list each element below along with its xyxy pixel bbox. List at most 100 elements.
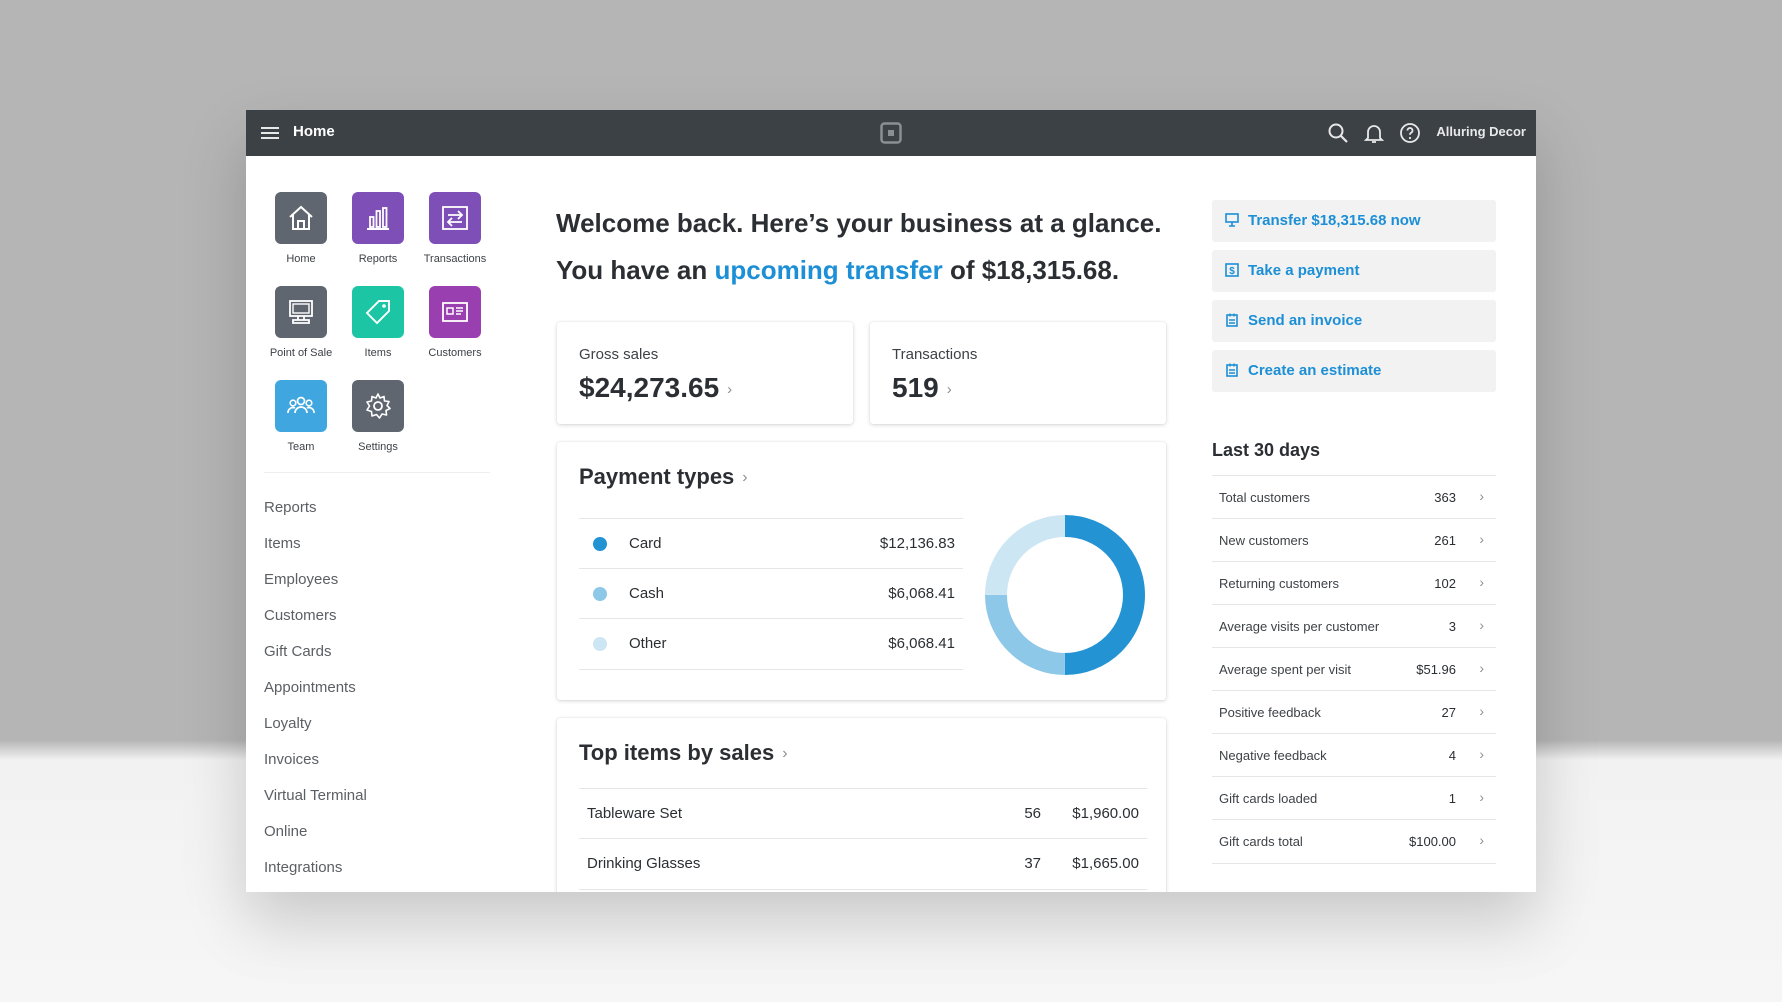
payment-types-donut bbox=[985, 515, 1145, 675]
stat-label: Negative feedback bbox=[1219, 748, 1327, 763]
legend-dot bbox=[593, 537, 607, 551]
chevron-right-icon: › bbox=[1479, 660, 1484, 676]
chevron-right-icon: › bbox=[1479, 531, 1484, 547]
sidebar-item-invoices[interactable]: Invoices bbox=[264, 751, 319, 768]
legend-dot bbox=[593, 637, 607, 651]
search-icon[interactable] bbox=[1326, 121, 1350, 145]
menu-icon[interactable] bbox=[258, 121, 282, 145]
gross-sales-value: $24,273.65 › bbox=[579, 372, 732, 404]
sidebar-item-gift-cards[interactable]: Gift Cards bbox=[264, 643, 332, 660]
sidebar-item-integrations[interactable]: Integrations bbox=[264, 859, 342, 876]
estimate-icon bbox=[1226, 363, 1238, 377]
page-title: Home bbox=[293, 123, 335, 140]
sidebar-item-reports[interactable]: Reports bbox=[264, 499, 317, 516]
app-customers[interactable]: Customers bbox=[410, 286, 500, 359]
sidebar-item-virtual-terminal[interactable]: Virtual Terminal bbox=[264, 787, 367, 804]
gross-sales-card[interactable]: Gross sales $24,273.65 › bbox=[557, 322, 853, 424]
stat-row-returning-customers[interactable]: Returning customers 102 › bbox=[1212, 561, 1496, 605]
table-row[interactable]: Drinking Glasses 37 $1,665.00 bbox=[579, 838, 1147, 890]
transfer-icon bbox=[429, 192, 481, 244]
stat-label: Average spent per visit bbox=[1219, 662, 1351, 677]
chevron-right-icon: › bbox=[1479, 746, 1484, 762]
chevron-right-icon: › bbox=[946, 381, 952, 398]
sidebar-item-online[interactable]: Online bbox=[264, 823, 307, 840]
tag-icon bbox=[352, 286, 404, 338]
stat-label: Positive feedback bbox=[1219, 705, 1321, 720]
stat-value: 1 bbox=[1448, 791, 1456, 806]
invoice-icon bbox=[1226, 313, 1238, 327]
transfer-suffix: of $18,315.68. bbox=[949, 255, 1120, 285]
app-settings[interactable]: Settings bbox=[333, 380, 423, 453]
send-invoice-label: Send an invoice bbox=[1248, 312, 1363, 329]
chevron-right-icon: › bbox=[1479, 617, 1484, 633]
item-quantity: 37 bbox=[1024, 855, 1041, 872]
stat-row-average-visits[interactable]: Average visits per customer 3 › bbox=[1212, 604, 1496, 648]
last-30-days-title: Last 30 days bbox=[1212, 440, 1321, 460]
transfer-line: You have an upcoming transfer of $18,315… bbox=[556, 247, 1161, 294]
top-bar: Home Alluring Decor bbox=[246, 110, 1536, 156]
payment-types-title[interactable]: Payment types › bbox=[579, 464, 748, 490]
stat-row-new-customers[interactable]: New customers 261 › bbox=[1212, 518, 1496, 562]
item-amount: $1,960.00 bbox=[1072, 805, 1139, 822]
svg-text:$: $ bbox=[1229, 266, 1235, 277]
register-icon bbox=[275, 286, 327, 338]
table-row[interactable]: Tableware Set 56 $1,960.00 bbox=[579, 788, 1147, 839]
sidebar-item-appointments[interactable]: Appointments bbox=[264, 679, 356, 696]
stat-label: Gift cards total bbox=[1219, 834, 1303, 849]
payment-type-amount: $6,068.41 bbox=[888, 635, 955, 652]
dashboard-window: Home Alluring Decor Home Reports Transac… bbox=[246, 110, 1536, 892]
top-items-title-text: Top items by sales bbox=[579, 740, 775, 765]
chevron-right-icon: › bbox=[782, 745, 788, 762]
stat-row-negative-feedback[interactable]: Negative feedback 4 › bbox=[1212, 733, 1496, 777]
app-transactions[interactable]: Transactions bbox=[410, 192, 500, 265]
transfer-now-button[interactable]: Transfer $18,315.68 now bbox=[1212, 200, 1496, 242]
transactions-card[interactable]: Transactions 519 › bbox=[870, 322, 1166, 424]
sidebar-item-employees[interactable]: Employees bbox=[264, 571, 338, 588]
app-label: Settings bbox=[358, 441, 398, 453]
stat-label: Average visits per customer bbox=[1219, 619, 1380, 634]
stat-row-positive-feedback[interactable]: Positive feedback 27 › bbox=[1212, 690, 1496, 734]
stat-value: 261 bbox=[1434, 533, 1456, 548]
app-label: Transactions bbox=[423, 253, 487, 265]
chevron-right-icon: › bbox=[727, 381, 733, 398]
legend-dot bbox=[593, 587, 607, 601]
payment-type-name: Cash bbox=[629, 585, 665, 602]
transfer-icon bbox=[1225, 213, 1239, 227]
stat-row-total-customers[interactable]: Total customers 363 › bbox=[1212, 475, 1496, 519]
upcoming-transfer-link[interactable]: upcoming transfer bbox=[714, 255, 942, 285]
create-estimate-button[interactable]: Create an estimate bbox=[1212, 350, 1496, 392]
divider bbox=[264, 472, 490, 473]
gear-icon bbox=[352, 380, 404, 432]
gross-sales-label: Gross sales bbox=[579, 346, 659, 363]
welcome-line: Welcome back. Here’s your business at a … bbox=[556, 208, 1162, 238]
payment-type-row: Card $12,136.83 bbox=[579, 518, 963, 569]
stat-value: $100.00 bbox=[1409, 834, 1456, 849]
team-icon bbox=[275, 380, 327, 432]
stat-row-gift-cards-loaded[interactable]: Gift cards loaded 1 › bbox=[1212, 776, 1496, 820]
account-name[interactable]: Alluring Decor bbox=[1436, 124, 1526, 139]
chevron-right-icon: › bbox=[1479, 832, 1484, 848]
square-logo-icon[interactable] bbox=[879, 121, 903, 145]
sidebar-item-items[interactable]: Items bbox=[264, 535, 301, 552]
stat-value: 27 bbox=[1441, 705, 1456, 720]
stat-row-gift-cards-total[interactable]: Gift cards total $100.00 › bbox=[1212, 819, 1496, 864]
sidebar-item-loyalty[interactable]: Loyalty bbox=[264, 715, 312, 732]
stat-label: Returning customers bbox=[1219, 576, 1339, 591]
item-name: Tableware Set bbox=[587, 805, 683, 822]
send-invoice-button[interactable]: Send an invoice bbox=[1212, 300, 1496, 342]
payment-type-amount: $12,136.83 bbox=[879, 535, 955, 552]
item-amount: $1,665.00 bbox=[1072, 855, 1139, 872]
bell-icon[interactable] bbox=[1362, 121, 1386, 145]
stat-label: Gift cards loaded bbox=[1219, 791, 1318, 806]
stat-label: Total customers bbox=[1219, 490, 1311, 505]
help-icon[interactable] bbox=[1398, 121, 1422, 145]
chevron-right-icon: › bbox=[1479, 789, 1484, 805]
top-items-title[interactable]: Top items by sales › bbox=[579, 740, 788, 766]
chevron-right-icon: › bbox=[742, 469, 748, 486]
stat-row-average-spent[interactable]: Average spent per visit $51.96 › bbox=[1212, 647, 1496, 691]
chevron-right-icon: › bbox=[1479, 703, 1484, 719]
stat-value: 3 bbox=[1448, 619, 1456, 634]
sidebar-item-customers[interactable]: Customers bbox=[264, 607, 337, 624]
payment-type-row: Cash $6,068.41 bbox=[579, 568, 963, 619]
take-payment-button[interactable]: $ Take a payment bbox=[1212, 250, 1496, 292]
